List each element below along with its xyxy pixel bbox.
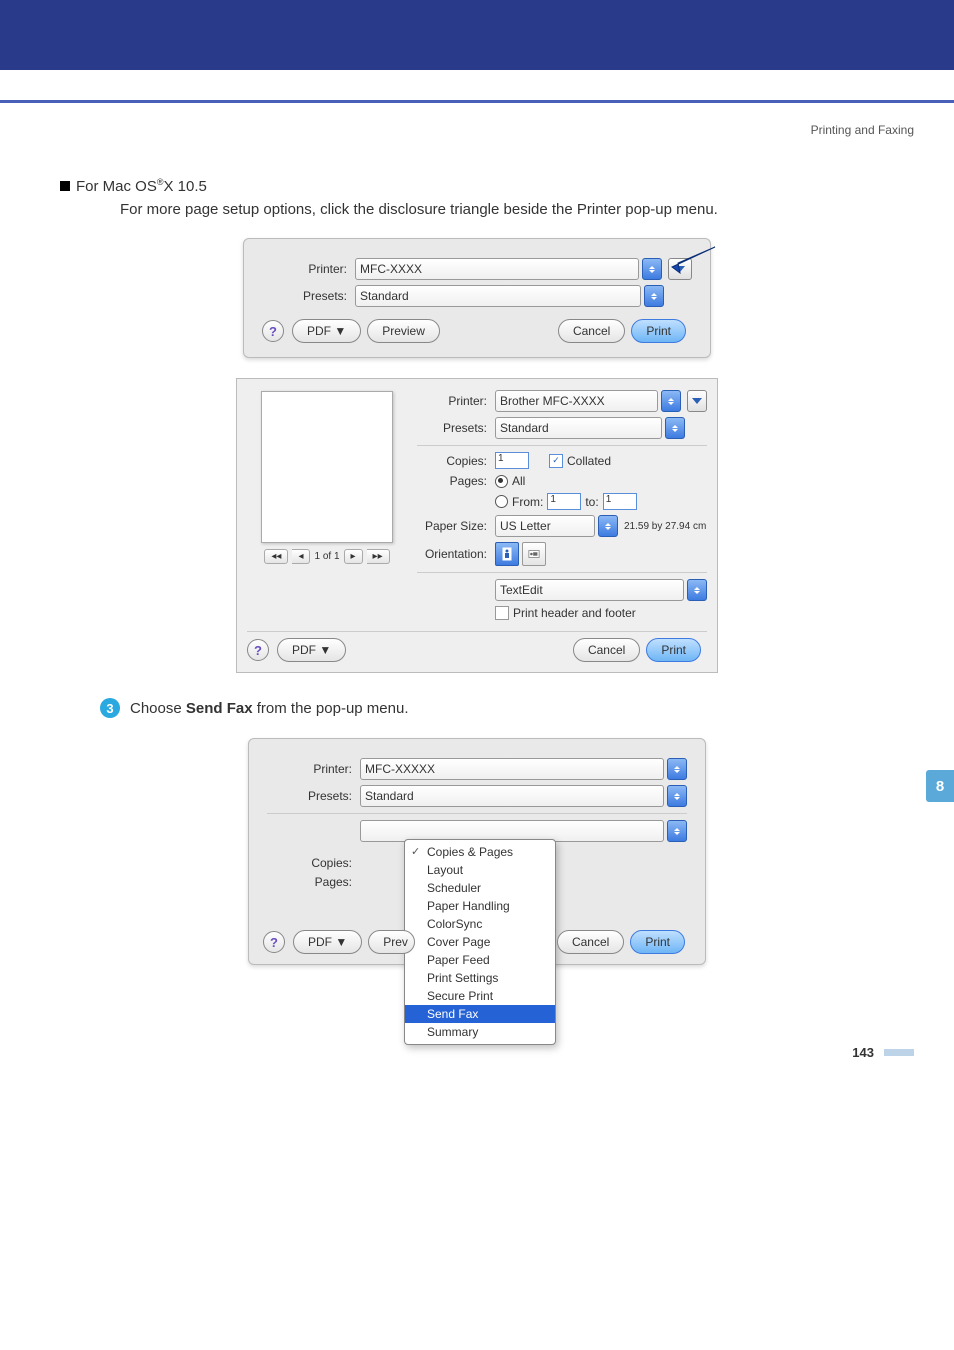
stepper-icon[interactable]	[598, 515, 618, 537]
stepper-icon[interactable]	[667, 820, 687, 842]
pager-prev-button[interactable]: ◂	[292, 549, 310, 564]
page-preview	[261, 391, 393, 543]
print-dialog-collapsed: Printer: MFC-XXXX Presets: Standard ? PD…	[243, 238, 711, 358]
pages-from-input[interactable]: 1	[547, 493, 581, 510]
menu-item-layout[interactable]: Layout	[405, 861, 555, 879]
step-3-instruction: 3 Choose Send Fax from the pop-up menu.	[100, 698, 894, 718]
menu-item-summary[interactable]: Summary	[405, 1023, 555, 1041]
copies-label: Copies:	[267, 856, 352, 870]
pages-all-label: All	[512, 474, 525, 488]
callout-arrow-icon	[660, 245, 720, 281]
headerfooter-label: Print header and footer	[513, 606, 636, 620]
printer-stepper-icon[interactable]	[642, 258, 662, 280]
headerfooter-checkbox[interactable]	[495, 606, 509, 620]
page-footer: 143	[0, 1045, 914, 1060]
stepper-icon[interactable]	[687, 579, 707, 601]
papersize-label: Paper Size:	[417, 519, 487, 533]
section-select[interactable]: TextEdit	[495, 579, 684, 601]
pages-to-label: to:	[585, 495, 598, 509]
heading-text-a: For Mac OS	[76, 178, 157, 195]
pager-status: 1 of 1	[314, 551, 339, 562]
menu-item-copies-pages[interactable]: Copies & Pages	[405, 843, 555, 861]
preview-button-cut[interactable]: Prev	[368, 930, 415, 954]
pager-last-button[interactable]: ▸▸	[367, 549, 390, 564]
cancel-button[interactable]: Cancel	[558, 319, 625, 343]
orientation-portrait-button[interactable]	[495, 542, 519, 566]
pages-from-label: From:	[512, 495, 543, 509]
presets-stepper-icon[interactable]	[644, 285, 664, 307]
printer-label: Printer:	[262, 262, 347, 276]
help-icon[interactable]: ?	[262, 320, 284, 342]
heading-reg: ®	[157, 177, 164, 187]
page-number: 143	[852, 1045, 874, 1060]
heading-text-b: X 10.5	[164, 178, 207, 195]
step-text-a: Choose	[130, 700, 186, 717]
printer-select[interactable]: MFC-XXXX	[355, 258, 639, 280]
pdf-button[interactable]: PDF ▼	[277, 638, 346, 662]
section-path: Printing and Faxing	[0, 123, 914, 137]
menu-item-secure-print[interactable]: Secure Print	[405, 987, 555, 1005]
top-banner	[0, 0, 954, 70]
print-button[interactable]: Print	[631, 319, 686, 343]
stepper-icon[interactable]	[661, 390, 681, 412]
help-icon[interactable]: ?	[263, 931, 285, 953]
menu-item-send-fax[interactable]: Send Fax	[405, 1005, 555, 1023]
print-button[interactable]: Print	[646, 638, 701, 662]
preview-button[interactable]: Preview	[367, 319, 440, 343]
print-button[interactable]: Print	[630, 930, 685, 954]
pages-to-input[interactable]: 1	[603, 493, 637, 510]
banner-underline	[0, 100, 954, 103]
pages-label: Pages:	[267, 875, 352, 889]
menu-item-scheduler[interactable]: Scheduler	[405, 879, 555, 897]
pdf-button[interactable]: PDF ▼	[292, 319, 361, 343]
papersize-select[interactable]: US Letter	[495, 515, 595, 537]
pdf-button[interactable]: PDF ▼	[293, 930, 362, 954]
menu-item-print-settings[interactable]: Print Settings	[405, 969, 555, 987]
stepper-icon[interactable]	[665, 417, 685, 439]
pages-all-radio[interactable]	[495, 475, 508, 488]
printer-select[interactable]: MFC-XXXXX	[360, 758, 664, 780]
print-dialog-sendfax: Printer: MFC-XXXXX Presets: Standard Cop…	[248, 738, 706, 965]
pages-label: Pages:	[417, 474, 487, 488]
presets-label: Presets:	[267, 789, 352, 803]
presets-select[interactable]: Standard	[360, 785, 664, 807]
footer-bar-icon	[884, 1049, 914, 1056]
copies-input[interactable]: 1	[495, 452, 529, 469]
bullet-square	[60, 181, 70, 191]
pager-first-button[interactable]: ◂◂	[264, 549, 288, 564]
presets-select[interactable]: Standard	[495, 417, 662, 439]
preview-pager: ◂◂◂ 1 of 1 ▸▸▸	[247, 549, 407, 564]
step-number-icon: 3	[100, 698, 120, 718]
stepper-icon[interactable]	[667, 758, 687, 780]
collated-label: Collated	[567, 454, 611, 468]
cancel-button[interactable]: Cancel	[573, 638, 640, 662]
presets-select[interactable]: Standard	[355, 285, 641, 307]
section-heading: For Mac OS®X 10.5	[60, 177, 894, 195]
help-icon[interactable]: ?	[247, 639, 269, 661]
pages-from-radio[interactable]	[495, 495, 508, 508]
chapter-tab: 8	[926, 770, 954, 802]
step-text-b: Send Fax	[186, 700, 253, 717]
printer-label: Printer:	[417, 394, 487, 408]
collated-checkbox[interactable]: ✓	[549, 454, 563, 468]
presets-label: Presets:	[417, 421, 487, 435]
copies-label: Copies:	[417, 454, 487, 468]
menu-item-paper-handling[interactable]: Paper Handling	[405, 897, 555, 915]
disclosure-triangle-button[interactable]	[687, 390, 707, 412]
section-subtext: For more page setup options, click the d…	[120, 201, 894, 218]
printer-select[interactable]: Brother MFC-XXXX	[495, 390, 658, 412]
orientation-label: Orientation:	[417, 547, 487, 561]
cancel-button[interactable]: Cancel	[557, 930, 624, 954]
pager-next-button[interactable]: ▸	[344, 549, 363, 564]
orientation-landscape-button[interactable]	[522, 542, 546, 566]
presets-label: Presets:	[262, 289, 347, 303]
step-text-c: from the pop-up menu.	[253, 700, 409, 717]
printer-label: Printer:	[267, 762, 352, 776]
print-dialog-expanded: ◂◂◂ 1 of 1 ▸▸▸ Printer: Brother MFC-XXXX…	[236, 378, 718, 673]
papersize-dim: 21.59 by 27.94 cm	[624, 521, 706, 532]
stepper-icon[interactable]	[667, 785, 687, 807]
